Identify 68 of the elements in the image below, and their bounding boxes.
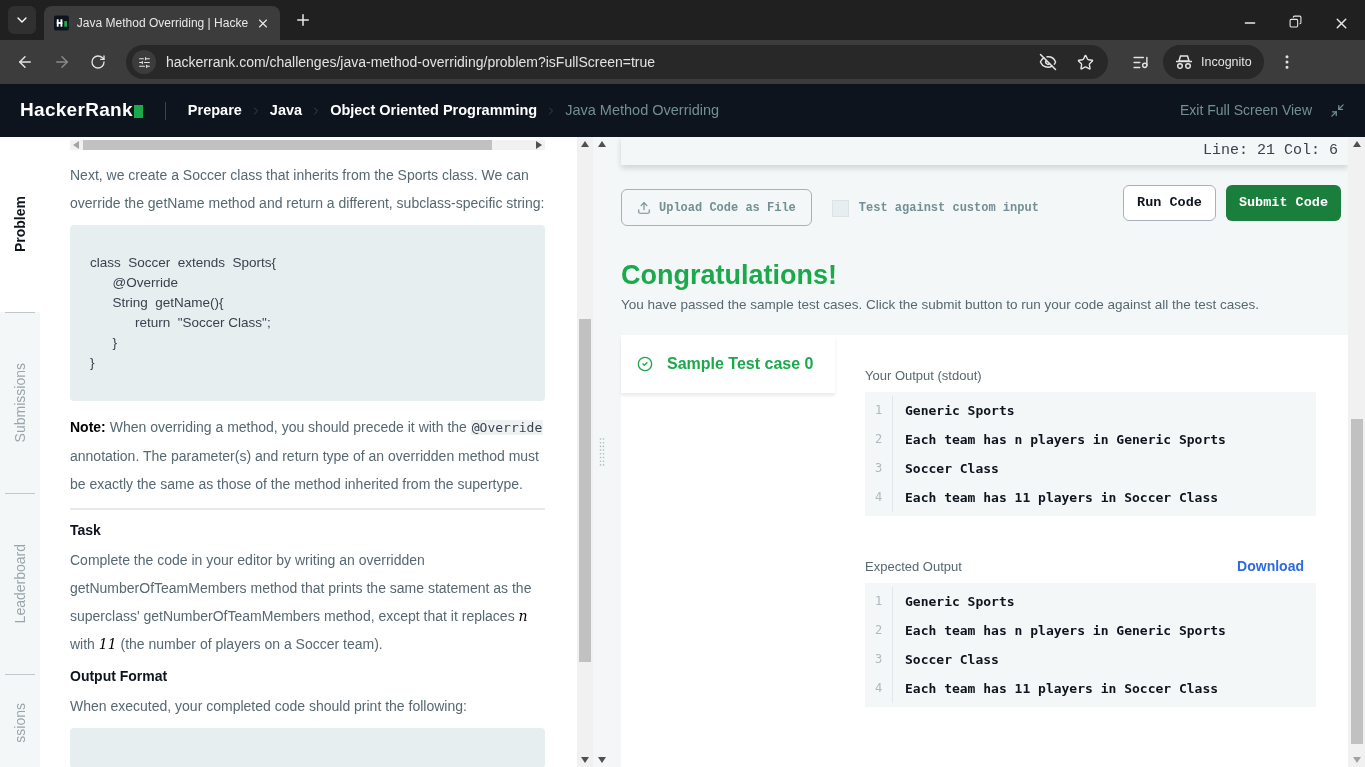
browser-tab[interactable]: Java Method Overriding | Hacke bbox=[44, 6, 280, 40]
favicon-icon bbox=[54, 15, 69, 31]
logo-mark-icon bbox=[133, 105, 143, 118]
section-heading: Output Format bbox=[70, 667, 168, 686]
right-scrollbar[interactable] bbox=[1348, 137, 1365, 767]
problem-paragraph: Complete the code in your editor by writing an overridden getNumberOfTeamMembers method that prints the same statement as the superclass' getNumberOfTeamMembers method, except that it replaces n with 11 (the number of players on a Soccer team). bbox=[70, 551, 533, 654]
output-line: Each team has 11 players in Soccer Class bbox=[905, 488, 1219, 507]
line-number: 3 bbox=[873, 650, 884, 668]
code-line: } bbox=[90, 354, 95, 372]
line-number: 2 bbox=[873, 430, 884, 448]
output-line: Each team has n players in Generic Sports bbox=[905, 621, 1226, 640]
section-heading: Task bbox=[70, 521, 101, 540]
code-line: @Override bbox=[111, 274, 178, 292]
output-line: Soccer Class bbox=[905, 459, 999, 478]
tab-title: Java Method Overriding | Hacke bbox=[76, 15, 249, 32]
site-info-icon[interactable] bbox=[137, 55, 151, 69]
output-line: Each team has n players in Generic Sports bbox=[905, 430, 1226, 449]
incognito-badge[interactable]: Incognito bbox=[1163, 45, 1264, 79]
restore-icon[interactable] bbox=[1289, 15, 1302, 28]
upload-icon bbox=[637, 200, 651, 215]
address-bar[interactable]: hackerrank.com/challenges/java-method-overriding/problem?isFullScreen=true bbox=[126, 45, 1108, 79]
reload-icon[interactable] bbox=[90, 54, 106, 70]
output-line: Soccer Class bbox=[905, 650, 999, 669]
eye-off-icon[interactable] bbox=[1039, 53, 1057, 71]
output-line: Generic Sports bbox=[905, 401, 1015, 420]
problem-paragraph: Note: When overriding a method, you should precede it with the @Override annotation. The parameter(s) and return type of an overridden method must be exactly the same as those of the method inherited from the supertype. bbox=[70, 418, 545, 494]
breadcrumb-link[interactable]: Java bbox=[269, 99, 303, 122]
problem-paragraph: When executed, your completed code should print the following: bbox=[70, 697, 468, 716]
star-icon[interactable] bbox=[1077, 53, 1094, 71]
line-number: 2 bbox=[873, 621, 884, 639]
incognito-icon bbox=[1175, 55, 1193, 69]
exit-full-screen-link[interactable]: Exit Full Screen View bbox=[1180, 100, 1312, 121]
code-line: return "Soccer Class"; bbox=[134, 314, 271, 332]
forward-icon[interactable] bbox=[53, 53, 71, 71]
problem-paragraph: Next, we create a Soccer class that inherits from the Sports class. We can override the getName method and return a different, subclass-specific string: bbox=[70, 166, 545, 213]
checkbox-label: Test against custom input bbox=[858, 200, 1039, 217]
output-label: Expected Output bbox=[865, 558, 962, 577]
result-message: You have passed the sample test cases. Click the submit button to run your code against all the test cases. bbox=[621, 296, 1261, 314]
vertical-scrollbar[interactable] bbox=[577, 137, 593, 767]
output-line: Each team has 11 players in Soccer Class bbox=[905, 679, 1219, 698]
code-line: class Soccer extends Sports{ bbox=[90, 254, 277, 272]
submit-code-button[interactable]: Submit Code bbox=[1225, 185, 1341, 221]
side-tab[interactable]: Problem bbox=[0, 137, 40, 312]
logo-text[interactable]: HackerRank bbox=[20, 96, 133, 125]
line-number: 1 bbox=[873, 401, 884, 419]
back-icon[interactable] bbox=[16, 53, 34, 71]
minimize-screen-icon[interactable] bbox=[1330, 103, 1345, 118]
resize-handle-icon[interactable] bbox=[598, 437, 605, 467]
breadcrumb-link[interactable]: Object Oriented Programming bbox=[330, 99, 538, 122]
line-number: 4 bbox=[873, 679, 884, 697]
code-line: } bbox=[111, 334, 117, 352]
breadcrumb-link[interactable]: Prepare bbox=[187, 99, 242, 122]
url-text: hackerrank.com/challenges/java-method-overriding/problem?isFullScreen=true bbox=[166, 52, 657, 72]
scroll-right-icon[interactable] bbox=[536, 141, 542, 149]
code-line: String getName(){ bbox=[111, 294, 224, 312]
output-label: Your Output (stdout) bbox=[865, 367, 982, 386]
line-number: 1 bbox=[873, 592, 884, 610]
result-title: Congratulations! bbox=[621, 259, 837, 291]
horizontal-scrollbar[interactable] bbox=[70, 140, 545, 150]
tab-search-button[interactable] bbox=[8, 6, 36, 34]
new-tab-icon[interactable] bbox=[294, 11, 312, 29]
editor-status-bar: Line: 21 Col: 6 bbox=[621, 137, 1348, 165]
line-number: 4 bbox=[873, 488, 884, 506]
line-number: 3 bbox=[873, 459, 884, 477]
run-code-button[interactable]: Run Code bbox=[1123, 185, 1216, 221]
output-line: Generic Sports bbox=[905, 592, 1015, 611]
download-link[interactable]: Download bbox=[1237, 555, 1304, 577]
scroll-up-icon[interactable] bbox=[1352, 141, 1361, 147]
